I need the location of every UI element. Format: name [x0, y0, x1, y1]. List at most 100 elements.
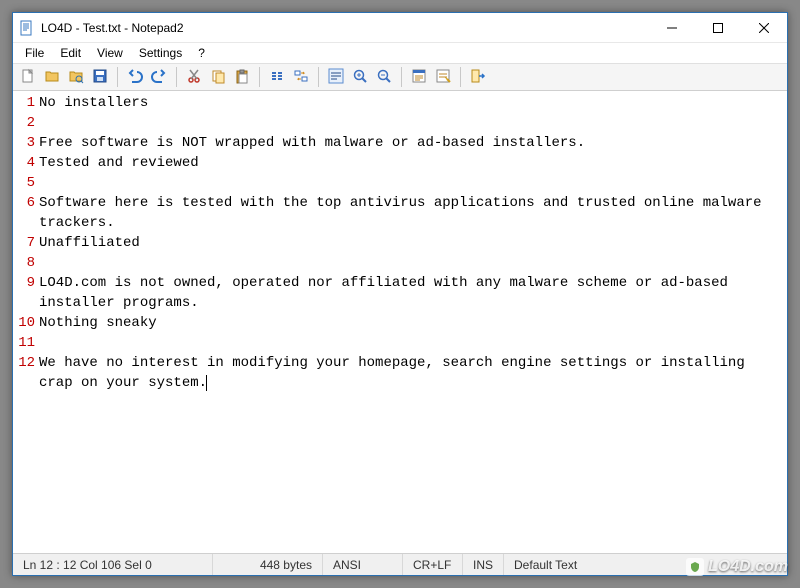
- line-text[interactable]: [39, 253, 781, 273]
- redo-icon: [151, 68, 167, 87]
- save-button[interactable]: [89, 66, 111, 88]
- title-bar: LO4D - Test.txt - Notepad2: [13, 13, 787, 43]
- editor-line: 5: [13, 173, 781, 193]
- paste-button[interactable]: [231, 66, 253, 88]
- line-number: 12: [13, 353, 39, 393]
- window-title: LO4D - Test.txt - Notepad2: [41, 21, 649, 35]
- cut-icon: [186, 68, 202, 87]
- editor-line: 6Software here is tested with the top an…: [13, 193, 781, 233]
- line-text[interactable]: Unaffiliated: [39, 233, 781, 253]
- menu-file[interactable]: File: [17, 44, 52, 62]
- customize-button[interactable]: [432, 66, 454, 88]
- cut-button[interactable]: [183, 66, 205, 88]
- toolbar-separator: [259, 67, 260, 87]
- editor-line: 3Free software is NOT wrapped with malwa…: [13, 133, 781, 153]
- undo-icon: [127, 68, 143, 87]
- minimize-button[interactable]: [649, 13, 695, 43]
- menu-bar: File Edit View Settings ?: [13, 43, 787, 63]
- scheme-button[interactable]: [408, 66, 430, 88]
- editor-line: 7Unaffiliated: [13, 233, 781, 253]
- zoom-out-button[interactable]: [373, 66, 395, 88]
- scheme-icon: [411, 68, 427, 87]
- save-icon: [92, 68, 108, 87]
- line-text[interactable]: Free software is NOT wrapped with malwar…: [39, 133, 781, 153]
- exit-button[interactable]: [467, 66, 489, 88]
- line-text[interactable]: Tested and reviewed: [39, 153, 781, 173]
- status-size: 448 bytes: [213, 554, 323, 575]
- line-text[interactable]: [39, 113, 781, 133]
- line-number: 9: [13, 273, 39, 313]
- menu-settings[interactable]: Settings: [131, 44, 190, 62]
- line-number: 5: [13, 173, 39, 193]
- toolbar-separator: [176, 67, 177, 87]
- editor[interactable]: 1No installers23Free software is NOT wra…: [13, 91, 787, 553]
- line-number: 10: [13, 313, 39, 333]
- open-icon: [44, 68, 60, 87]
- browse-icon: [68, 68, 84, 87]
- copy-icon: [210, 68, 226, 87]
- customize-icon: [435, 68, 451, 87]
- line-number: 1: [13, 93, 39, 113]
- line-number: 8: [13, 253, 39, 273]
- line-number: 11: [13, 333, 39, 353]
- editor-line: 8: [13, 253, 781, 273]
- new-file-icon: [20, 68, 36, 87]
- status-encoding: ANSI: [323, 554, 403, 575]
- maximize-button[interactable]: [695, 13, 741, 43]
- menu-edit[interactable]: Edit: [52, 44, 89, 62]
- line-number: 2: [13, 113, 39, 133]
- editor-line: 9LO4D.com is not owned, operated nor aff…: [13, 273, 781, 313]
- status-mode: INS: [463, 554, 504, 575]
- line-number: 4: [13, 153, 39, 173]
- toolbar: [13, 63, 787, 91]
- new-file-button[interactable]: [17, 66, 39, 88]
- zoom-in-button[interactable]: [349, 66, 371, 88]
- line-number: 3: [13, 133, 39, 153]
- line-text[interactable]: No installers: [39, 93, 781, 113]
- redo-button[interactable]: [148, 66, 170, 88]
- toolbar-separator: [401, 67, 402, 87]
- find-button[interactable]: [266, 66, 288, 88]
- browse-button[interactable]: [65, 66, 87, 88]
- replace-icon: [293, 68, 309, 87]
- find-icon: [269, 68, 285, 87]
- copy-button[interactable]: [207, 66, 229, 88]
- line-number: 6: [13, 193, 39, 233]
- menu-help[interactable]: ?: [190, 44, 213, 62]
- open-button[interactable]: [41, 66, 63, 88]
- status-scheme: Default Text: [504, 554, 604, 575]
- watermark: LO4D.com: [686, 558, 788, 576]
- app-window: LO4D - Test.txt - Notepad2 File Edit Vie…: [12, 12, 788, 576]
- zoom-in-icon: [352, 68, 368, 87]
- line-text[interactable]: Software here is tested with the top ant…: [39, 193, 781, 233]
- watermark-text: LO4D.com: [708, 558, 788, 576]
- word-wrap-button[interactable]: [325, 66, 347, 88]
- exit-icon: [470, 68, 486, 87]
- window-controls: [649, 13, 787, 42]
- line-text[interactable]: [39, 173, 781, 193]
- editor-line: 4Tested and reviewed: [13, 153, 781, 173]
- watermark-badge-icon: [686, 558, 704, 576]
- editor-line: 1No installers: [13, 93, 781, 113]
- word-wrap-icon: [328, 68, 344, 87]
- editor-line: 11: [13, 333, 781, 353]
- app-icon: [19, 20, 35, 36]
- line-text[interactable]: We have no interest in modifying your ho…: [39, 353, 781, 393]
- text-caret: [206, 375, 207, 391]
- toolbar-separator: [460, 67, 461, 87]
- line-text[interactable]: Nothing sneaky: [39, 313, 781, 333]
- toolbar-separator: [318, 67, 319, 87]
- paste-icon: [234, 68, 250, 87]
- replace-button[interactable]: [290, 66, 312, 88]
- close-button[interactable]: [741, 13, 787, 43]
- menu-view[interactable]: View: [89, 44, 131, 62]
- line-text[interactable]: LO4D.com is not owned, operated nor affi…: [39, 273, 781, 313]
- line-text[interactable]: [39, 333, 781, 353]
- line-number: 7: [13, 233, 39, 253]
- undo-button[interactable]: [124, 66, 146, 88]
- editor-line: 10Nothing sneaky: [13, 313, 781, 333]
- editor-line: 2: [13, 113, 781, 133]
- zoom-out-icon: [376, 68, 392, 87]
- status-bar: Ln 12 : 12 Col 106 Sel 0 448 bytes ANSI …: [13, 553, 787, 575]
- toolbar-separator: [117, 67, 118, 87]
